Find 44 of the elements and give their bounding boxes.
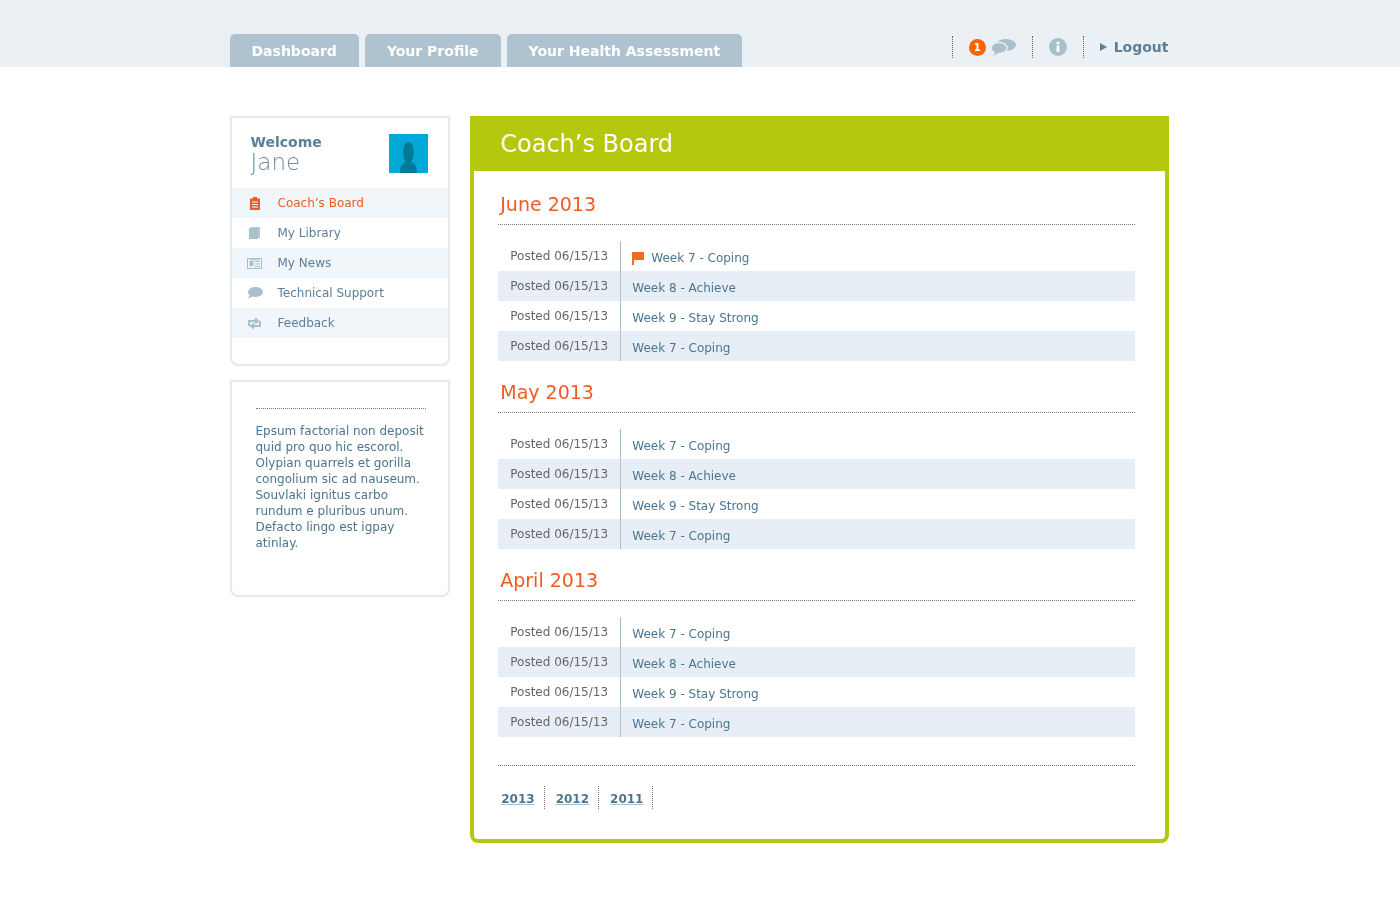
user-name: Jane	[250, 150, 302, 174]
post-link[interactable]: Week 7 - Coping	[632, 717, 731, 731]
clipboard-icon	[249, 196, 260, 210]
book-icon	[249, 227, 260, 239]
post-date: Posted 06/15/13	[498, 519, 622, 549]
post-link[interactable]: Week 7 - Coping	[632, 627, 731, 641]
month-heading: April 2013	[500, 569, 600, 591]
month-heading: June 2013	[500, 193, 598, 215]
post-date: Posted 06/15/13	[498, 707, 622, 737]
post-link[interactable]: Week 9 - Stay Strong	[632, 687, 759, 701]
post-link[interactable]: Week 7 - Coping	[632, 341, 731, 355]
post-date: Posted 06/15/13	[498, 331, 622, 361]
avatar-silhouette	[389, 134, 429, 173]
sidebar-item[interactable]: Technical Support	[231, 278, 449, 308]
year-link[interactable]: 2013	[501, 792, 535, 806]
post-date: Posted 06/15/13	[498, 647, 622, 677]
info-icon[interactable]	[1048, 38, 1067, 56]
post-date: Posted 06/15/13	[498, 271, 622, 301]
welcome-label: Welcome	[250, 134, 322, 150]
year-link[interactable]: 2012	[555, 792, 590, 806]
post-link[interactable]: Week 8 - Achieve	[632, 281, 736, 295]
post-link[interactable]: Week 9 - Stay Strong	[632, 311, 759, 325]
post-link[interactable]: Week 8 - Achieve	[632, 469, 736, 483]
chat-bubbles-icon[interactable]	[989, 38, 1016, 56]
post-link[interactable]: Week 9 - Stay Strong	[632, 499, 759, 513]
sidebar-item[interactable]: Coach’s Board	[231, 188, 449, 218]
post-link[interactable]: Week 8 - Achieve	[632, 657, 736, 671]
sidebar-item[interactable]: My Library	[231, 218, 449, 248]
triangle-icon	[1099, 43, 1107, 51]
repeat-icon	[247, 317, 262, 329]
month-heading: May 2013	[500, 381, 595, 403]
sidebar-item[interactable]: My News	[231, 248, 449, 278]
note-text: Epsum factorial non deposit quid pro quo hic escorol. Olypian quarrels et gorilla congolium sic ad nauseum. Souvlaki ignitus carbo rundum e pluribus unum. Defacto lingo est igpay atinlay.	[255, 423, 425, 551]
post-link[interactable]: Week 7 - Coping	[632, 439, 731, 453]
post-date: Posted 06/15/13	[498, 459, 622, 489]
year-link[interactable]: 2011	[610, 792, 644, 806]
flag-icon	[632, 251, 645, 265]
newspaper-icon	[247, 257, 262, 269]
post-link[interactable]: Week 7 - Coping	[632, 529, 731, 543]
notification-badge: 1	[968, 38, 986, 56]
logout-link[interactable]: Logout	[1099, 39, 1169, 55]
sidebar-item[interactable]: Feedback	[231, 308, 449, 338]
speech-bubble-icon	[246, 287, 263, 299]
post-link[interactable]: Week 7 - Coping	[632, 251, 750, 265]
